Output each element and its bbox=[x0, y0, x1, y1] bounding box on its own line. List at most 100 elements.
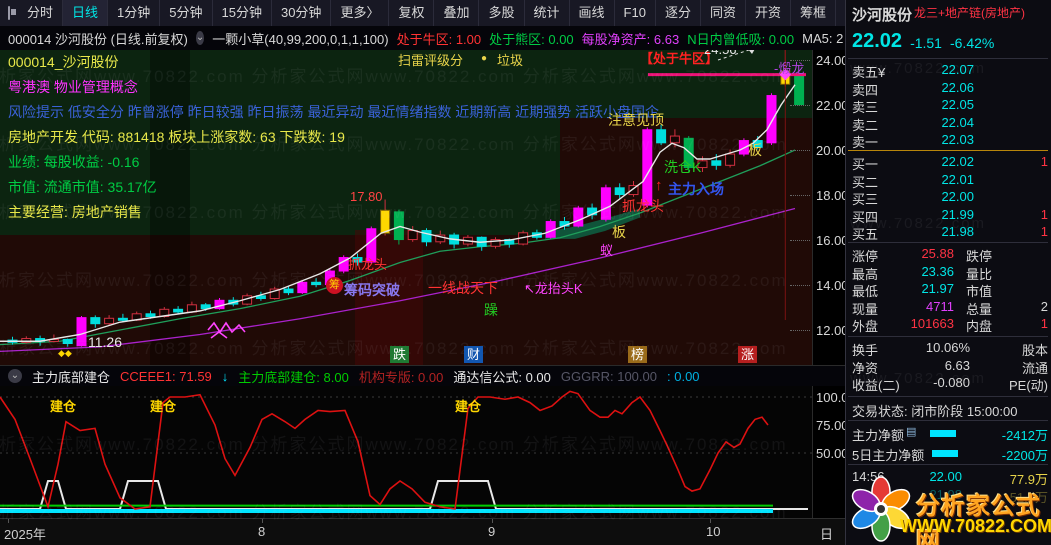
text: 22.02 bbox=[852, 30, 903, 52]
tag-badge[interactable]: 财 bbox=[464, 346, 484, 363]
text: 卖二 bbox=[852, 117, 879, 133]
chart-info-line: 业绩: 每股收益: -0.16 bbox=[8, 154, 140, 170]
text: 22.05 bbox=[941, 97, 974, 113]
top-menu-bar: 分时 日线 1分钟 5分钟 15分钟 30分钟 更多〉 复权 叠加 多股 统计 画线 F10 逐分 同资 开资… bbox=[0, 0, 1024, 27]
chevron-down-icon[interactable]: ⌄ bbox=[195, 31, 205, 45]
indicator-axis-label: 100.0 bbox=[816, 390, 849, 405]
indicator-header: ⌄ 主力底部建仓 CCEEE1: 71.59 ↓ 主力底部建仓: 8.00 机构专版: … bbox=[0, 365, 845, 386]
text: 21.99 bbox=[941, 206, 974, 222]
indicator-header-segment: : 0.00 bbox=[667, 368, 700, 384]
text: 涨停 bbox=[852, 249, 879, 264]
text: -0.080 bbox=[933, 375, 970, 391]
text: 22.06 bbox=[941, 79, 974, 95]
menu-item-plain[interactable]: 30分钟 bbox=[272, 0, 332, 26]
price-axis-label: 16.00 bbox=[816, 233, 849, 248]
order-book-row[interactable]: 买一 22.02 1 bbox=[852, 154, 1048, 172]
collapse-icon[interactable]: ⌄ bbox=[8, 369, 22, 383]
indicator-panel bbox=[0, 385, 812, 518]
indicator-header-segment: GGGRR: 100.00 bbox=[560, 368, 657, 384]
text: 买四 bbox=[852, 209, 879, 225]
stat-row: 净资 6.63 流通 bbox=[852, 358, 1048, 376]
axis-dot-leader bbox=[790, 240, 810, 241]
menu-item-active[interactable]: 日线 bbox=[63, 0, 109, 26]
candle-body bbox=[393, 211, 404, 241]
text: 总量 bbox=[966, 301, 993, 317]
candle-body bbox=[614, 187, 625, 196]
menu-item-plain[interactable]: 开资 bbox=[746, 0, 791, 26]
indicator-axis-label: 75.00 bbox=[816, 418, 849, 433]
text: 卖五¥ bbox=[852, 65, 886, 80]
text: 交易状态: 闭市阶段 15:00:00 bbox=[852, 404, 1018, 419]
candle-body bbox=[145, 313, 156, 317]
text: 22.02 bbox=[941, 154, 974, 169]
chart-annotation: 躁 bbox=[484, 302, 498, 318]
chart-annotation: 17.80 bbox=[350, 189, 383, 204]
main-net5-row: 5日主力净额 -2200万 bbox=[852, 445, 1048, 463]
chart-annotation: 筹码突破 bbox=[344, 282, 400, 298]
order-book-row[interactable]: 卖二 22.04 bbox=[852, 115, 1048, 133]
candle-body bbox=[117, 317, 128, 321]
price-axis-label: 14.00 bbox=[816, 278, 849, 293]
info-segment: 处于牛区: 1.00 bbox=[396, 31, 482, 47]
menu-item-plain[interactable]: 分时 bbox=[18, 0, 64, 26]
candle-body bbox=[104, 317, 115, 325]
menu-item-plain[interactable]: 统计 bbox=[525, 0, 570, 26]
order-book-row[interactable]: 卖三 22.05 bbox=[852, 97, 1048, 115]
indicator-header-segment: 通达信公式: 0.00 bbox=[453, 369, 551, 385]
order-book-row[interactable]: 买三 22.00 bbox=[852, 189, 1048, 207]
chart-annotation: 蚁 bbox=[600, 243, 614, 258]
order-book-row[interactable]: 买五 21.98 1 bbox=[852, 224, 1048, 242]
text: 市值 bbox=[966, 284, 993, 300]
tag-badge[interactable]: 涨 bbox=[738, 346, 758, 363]
stat-row: 外盘 101663 内盘 1 bbox=[852, 316, 1048, 334]
text: 25.88 bbox=[921, 246, 954, 261]
signal-label: 建仓 bbox=[50, 399, 77, 414]
tag-badge[interactable]: 跌 bbox=[390, 346, 410, 363]
info-segment: 一颗小草(40,99,200,0,1,1,100) bbox=[212, 31, 389, 47]
indicator-axis-label: 50.00 bbox=[816, 446, 849, 461]
menu-item-plain[interactable]: 筹框 bbox=[791, 0, 836, 26]
menu-item-plain[interactable]: 1分钟 bbox=[108, 0, 161, 26]
order-book-row[interactable]: 卖一 22.03 bbox=[852, 132, 1048, 150]
indicator-header-segment: ↓ bbox=[221, 368, 229, 384]
axis-tick bbox=[710, 519, 711, 523]
candle-body bbox=[173, 308, 184, 313]
time-axis: 2025年 8 9 10 日线 bbox=[0, 518, 845, 545]
candle-body bbox=[573, 207, 584, 227]
order-book-row[interactable]: 卖四 22.06 bbox=[852, 80, 1048, 98]
text: 2 bbox=[1040, 298, 1048, 314]
chart-annotation: 扫雷评级分 bbox=[398, 53, 464, 68]
menu-item-plain[interactable]: 15分钟 bbox=[213, 0, 272, 26]
text: 主力净额 bbox=[852, 428, 905, 443]
divider bbox=[848, 242, 1048, 243]
menu-item-plain[interactable]: 逐分 bbox=[656, 0, 701, 26]
text: -2200万 bbox=[1001, 448, 1048, 463]
divider bbox=[848, 150, 1048, 152]
candle-body bbox=[76, 317, 87, 347]
order-book-row[interactable]: 买四 21.99 1 bbox=[852, 207, 1048, 225]
order-book-row[interactable]: 卖五¥ 22.07 bbox=[852, 62, 1048, 80]
indicator-header-segment: CCEEE1: 71.59 bbox=[120, 368, 212, 384]
window-icon[interactable] bbox=[8, 6, 16, 20]
chart-annotation: ● bbox=[481, 53, 488, 64]
chart-annotation: ◆◆ bbox=[58, 348, 72, 358]
tag-badge[interactable]: 榜 bbox=[628, 346, 648, 363]
text: -2412万 bbox=[1001, 428, 1048, 443]
menu-item-plain[interactable]: 叠加 bbox=[434, 0, 480, 26]
menu-item-plain[interactable]: 多股 bbox=[479, 0, 525, 26]
candle-body bbox=[283, 288, 294, 294]
net-flow-bar bbox=[930, 430, 957, 437]
menu-item-plain[interactable]: 更多〉 bbox=[331, 0, 390, 26]
text: 股本 bbox=[1021, 343, 1048, 358]
menu-item-plain[interactable]: F10 bbox=[615, 0, 656, 26]
logo-url: WWW.70822.COM bbox=[900, 516, 1051, 536]
chart-info-line: 房地产开发 代码: 881418 板块上涨家数: 63 下跌数: 19 bbox=[8, 129, 345, 145]
menu-item-plain[interactable]: 复权 bbox=[389, 0, 435, 26]
chart-annotation: 11.26 bbox=[88, 334, 122, 350]
menu-item-plain[interactable]: 5分钟 bbox=[160, 0, 213, 26]
text: 龙三+地产链(房地产) bbox=[914, 6, 1026, 20]
text: 1 bbox=[1040, 224, 1048, 240]
order-book-row[interactable]: 买二 22.01 bbox=[852, 172, 1048, 190]
menu-item-plain[interactable]: 画线 bbox=[570, 0, 615, 26]
menu-item-plain[interactable]: 同资 bbox=[701, 0, 746, 26]
